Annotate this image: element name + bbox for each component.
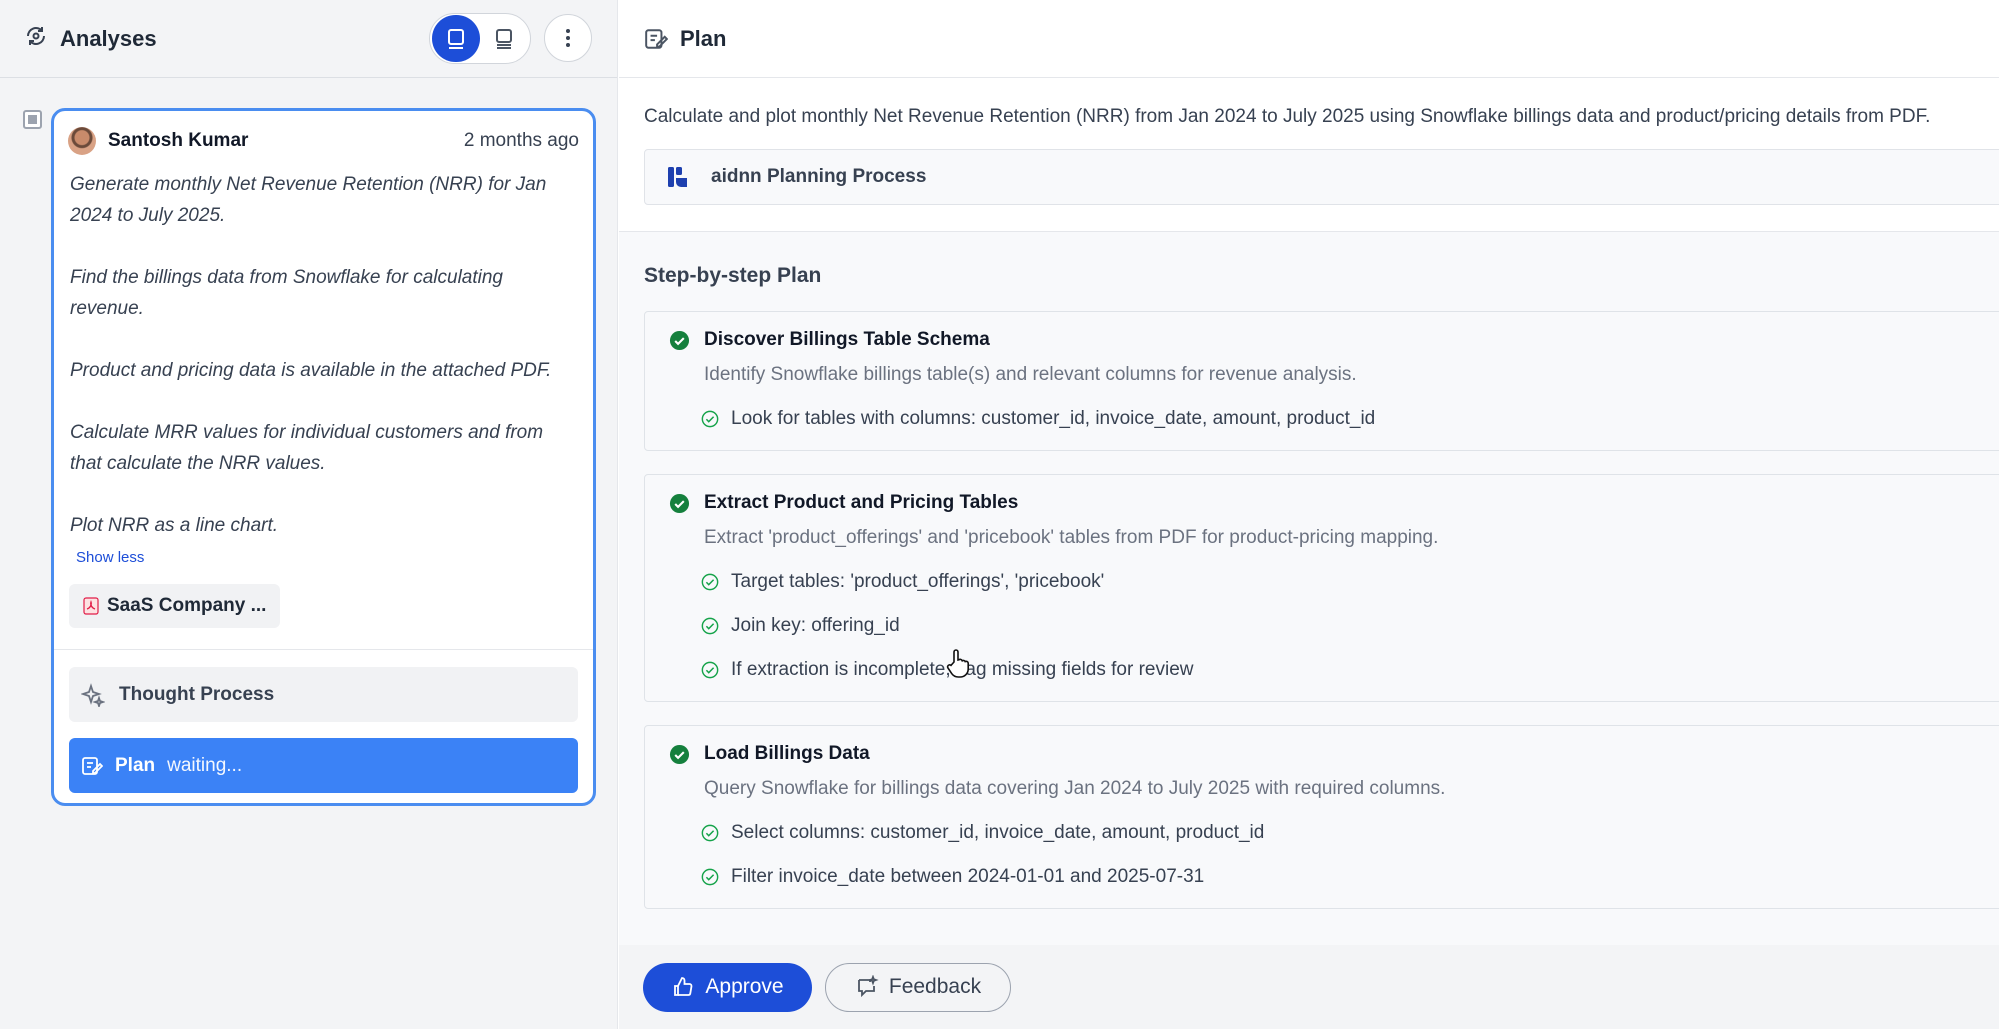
step-description: Query Snowflake for billings data coveri… [704, 778, 1446, 799]
step-description: Extract 'product_offerings' and 'pricebo… [704, 527, 1439, 548]
edit-note-icon [645, 28, 668, 49]
feedback-icon [857, 975, 879, 998]
step-item: Filter invoice_date between 2024-01-01 a… [701, 866, 1999, 888]
panel-title: Analyses [60, 25, 157, 51]
feedback-button[interactable]: Feedback [825, 962, 1011, 1012]
plan-step: Discover Billings Table Schema Identify … [644, 311, 1999, 451]
prompt-text: Generate monthly Net Revenue Retention (… [54, 155, 593, 541]
plan-status: waiting... [167, 754, 243, 776]
check-filled-icon [669, 493, 690, 513]
step-title: Discover Billings Table Schema [704, 329, 990, 350]
aidnn-logo-icon [668, 167, 687, 187]
check-outline-icon [701, 661, 719, 679]
check-outline-icon [701, 573, 719, 591]
step-item: If extraction is incomplete, flag missin… [701, 659, 1999, 681]
check-outline-icon [701, 410, 719, 428]
step-title: Load Billings Data [704, 743, 870, 764]
show-less-link[interactable]: Show less [54, 541, 593, 566]
check-filled-icon [669, 744, 690, 764]
prompt-line: Plot NRR as a line chart. [70, 515, 279, 536]
prompt-line: Product and pricing data is available in… [70, 360, 552, 381]
step-item: Target tables: 'product_offerings', 'pri… [701, 571, 1999, 593]
edit-note-icon [82, 756, 103, 775]
step-title: Extract Product and Pricing Tables [704, 492, 1019, 513]
plan-panel: Plan Calculate and plot monthly Net Reve… [619, 0, 1999, 1029]
thought-process-button[interactable]: Thought Process [69, 667, 578, 722]
prompt-line: Find the billings data from Snowflake fo… [70, 267, 504, 319]
action-bar: Approve Feedback [619, 945, 1999, 1029]
plan-content[interactable]: Calculate and plot monthly Net Revenue R… [619, 79, 1999, 945]
more-options-button[interactable] [544, 14, 592, 62]
check-outline-icon [701, 824, 719, 842]
check-outline-icon [701, 617, 719, 635]
step-item: Join key: offering_id [701, 615, 1999, 637]
timestamp: 2 months ago [463, 130, 579, 151]
planning-process-box[interactable]: aidnn Planning Process [644, 149, 1999, 205]
prompt-line: Generate monthly Net Revenue Retention (… [70, 174, 547, 226]
divider [54, 649, 593, 650]
attachment-chip[interactable]: SaaS Company ... [69, 584, 281, 628]
plan-title: Plan [680, 25, 727, 51]
plan-description: Calculate and plot monthly Net Revenue R… [644, 106, 1931, 127]
check-filled-icon [669, 330, 690, 350]
plan-summary: Calculate and plot monthly Net Revenue R… [619, 79, 1999, 232]
thumbs-up-icon [674, 977, 693, 996]
plan-step: Extract Product and Pricing Tables Extra… [644, 474, 1999, 702]
single-view-button[interactable] [432, 15, 480, 62]
approve-button[interactable]: Approve [643, 962, 812, 1012]
avatar [68, 127, 96, 155]
attachment-name: SaaS Company ... [107, 595, 267, 616]
plan-header: Plan [619, 0, 1999, 78]
more-vertical-icon [566, 29, 570, 47]
user-name: Santosh Kumar [108, 130, 249, 151]
thought-process-label: Thought Process [119, 683, 275, 705]
pdf-icon [83, 597, 99, 615]
plan-step: Load Billings Data Query Snowflake for b… [644, 725, 1999, 909]
plan-label: Plan [115, 754, 156, 776]
select-checkbox[interactable] [23, 110, 42, 129]
plan-button[interactable]: Plan waiting... [69, 738, 578, 793]
steps-title: Step-by-step Plan [644, 264, 822, 287]
analysis-card[interactable]: Santosh Kumar 2 months ago Generate mont… [51, 108, 596, 806]
check-outline-icon [701, 868, 719, 886]
step-item: Look for tables with columns: customer_i… [701, 408, 1999, 430]
analyses-icon [24, 24, 48, 53]
analyses-panel: Analyses Santosh Kumar 2 months ago Gene… [0, 0, 618, 1029]
step-item: Select columns: customer_id, invoice_dat… [701, 822, 1999, 844]
planning-process-label: aidnn Planning Process [711, 166, 927, 187]
view-toggle [429, 13, 531, 64]
sparkle-icon [81, 682, 105, 707]
prompt-line: Calculate MRR values for individual cust… [70, 422, 544, 474]
hand-cursor-icon [946, 649, 969, 678]
step-description: Identify Snowflake billings table(s) and… [704, 364, 1357, 385]
stacked-view-button[interactable] [480, 15, 528, 62]
